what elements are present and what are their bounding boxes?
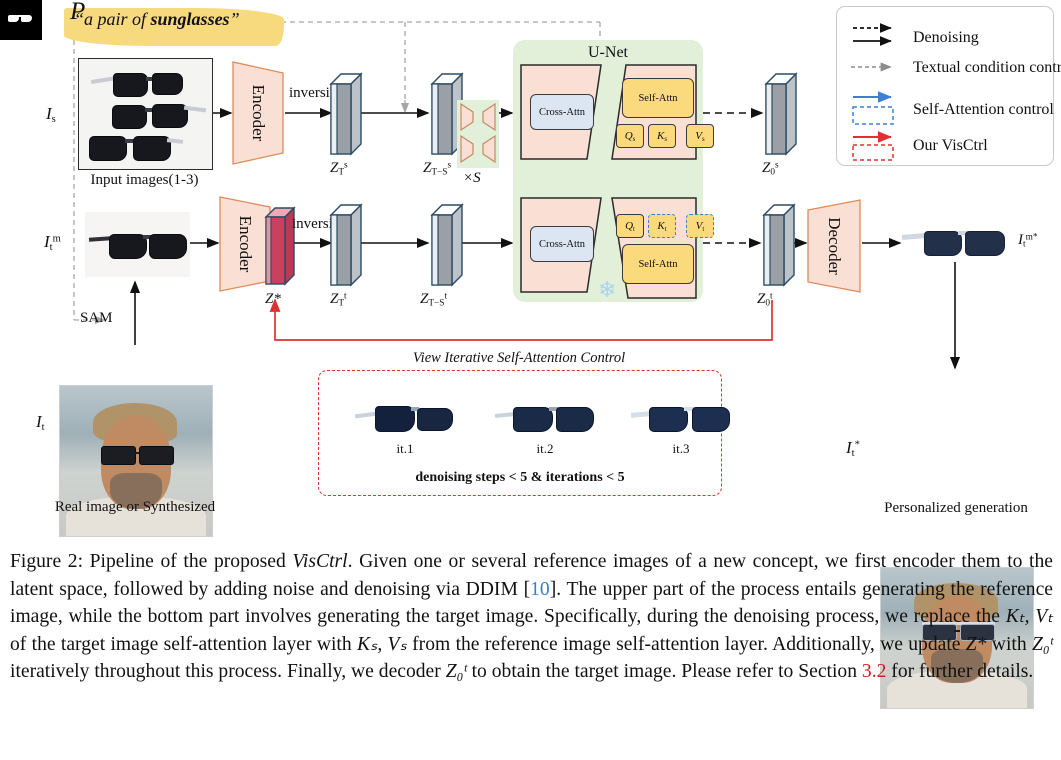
- iteration-panel-title: View Iterative Self-Attention Control: [412, 350, 626, 366]
- self-attn-top: Self-Attn: [622, 78, 694, 118]
- iteration-label-1: it.1: [396, 441, 414, 456]
- latent-label-z0s: Z0s: [762, 160, 779, 178]
- caption-kt-vt: Kₜ, Vₜ: [1005, 606, 1053, 627]
- masked-sunglasses-image: [85, 212, 190, 277]
- iteration-sunglasses-1: [354, 401, 455, 435]
- result-image-symbol: It*: [846, 438, 860, 459]
- caption-z0t-2: Z₀ᵗ: [445, 661, 467, 682]
- prompt-banner: P “a pair of sunglasses”: [64, 0, 284, 46]
- z-star-label: Z*: [265, 291, 281, 307]
- prompt-text-plain: a pair of: [84, 9, 151, 29]
- caption-part3: of the target image self-attention layer…: [10, 633, 357, 655]
- latent-slab-z0s: [762, 72, 798, 163]
- latent-label-zTSt: ZT−St: [420, 291, 448, 309]
- legend-label-self-attention: Self-Attention control: [913, 101, 1054, 118]
- legend-panel: Denoising Textual condition control Self…: [836, 6, 1061, 166]
- figure-caption: Figure 2: Pipeline of the proposed VisCt…: [10, 548, 1053, 686]
- target-photo-caption: Real image or Synthesized: [54, 499, 216, 515]
- repeat-label: ×S: [463, 170, 481, 186]
- input-images-caption: Input images(1-3): [90, 172, 199, 188]
- caption-z-star: Z*: [965, 633, 987, 655]
- caption-part6: iteratively throughout this process. Fin…: [10, 661, 446, 682]
- vt-box: Vt: [686, 214, 714, 238]
- kt-box: Kt: [648, 214, 676, 238]
- latent-slab-zTSt: [428, 203, 464, 294]
- ks-box: Ks: [648, 124, 676, 148]
- latent-label-z0t: Z0t: [757, 291, 773, 309]
- sunglasses-thumb: [89, 133, 185, 161]
- iteration-panel: it.1 it.2 it.3 denoising steps < 5 & ite…: [318, 370, 730, 496]
- cross-attn-bottom: Cross-Attn: [530, 226, 594, 262]
- latent-label-zTSs: ZT−Ss: [423, 160, 452, 178]
- encoder-bottom-label: Encoder: [236, 215, 255, 273]
- figure-diagram: P “a pair of sunglasses” Is Input images…: [0, 0, 1061, 709]
- prompt-text: “a pair of sunglasses”: [74, 9, 240, 30]
- vs-box: Vs: [686, 124, 714, 148]
- sunglasses-thumb: [112, 101, 207, 129]
- latent-slab-z0t: [760, 203, 796, 294]
- caption-z0t-1: Z₀ᵗ: [1031, 633, 1053, 655]
- encoder-top-label: Encoder: [249, 84, 268, 142]
- iteration-sunglasses-2: [494, 401, 595, 435]
- caption-method-name: VisCtrl: [292, 551, 348, 572]
- legend-label-textual-condition: Textual condition control: [913, 59, 1061, 76]
- caption-ks-vs: Kₛ, Vₛ: [356, 633, 407, 655]
- latent-slab-zTs: [327, 72, 363, 163]
- iteration-label-3: it.3: [672, 441, 690, 456]
- qt-box: Qt: [616, 214, 644, 238]
- sam-label: SAM: [80, 310, 113, 326]
- encoder-top: Encoder: [231, 61, 285, 165]
- iteration-panel-footer: denoising steps < 5 & iterations < 5: [415, 470, 625, 485]
- decoder-label: Decoder: [825, 217, 844, 275]
- result-photo-caption: Personalized generation: [884, 500, 1028, 516]
- caption-section-ref[interactable]: 3.2: [862, 661, 887, 682]
- cross-attn-top: Cross-Attn: [530, 94, 594, 130]
- latent-slab-zTt: [327, 203, 363, 294]
- self-attn-bottom: Self-Attn: [622, 244, 694, 284]
- z-star-slab: [262, 205, 296, 294]
- legend-label-visctrl: Our VisCtrl: [913, 137, 988, 154]
- legend-label-denoising: Denoising: [913, 29, 979, 46]
- input-images-box: [78, 58, 213, 170]
- result-masked-symbol: Itm*: [1018, 232, 1038, 250]
- caption-part5: with: [986, 633, 1032, 655]
- decoder: Decoder: [806, 198, 862, 294]
- latent-label-zTt: ZTt: [330, 291, 347, 309]
- snowflake-icon: ❄: [598, 277, 617, 302]
- source-image-symbol: Is: [46, 104, 56, 125]
- generated-sunglasses: [901, 222, 1008, 264]
- prompt-text-bold: sunglasses: [150, 9, 230, 29]
- unet-title: U-Net: [588, 44, 628, 61]
- iteration-label-2: it.2: [536, 441, 554, 456]
- target-masked-symbol: Itm: [44, 232, 61, 253]
- iteration-sunglasses-3: [630, 401, 731, 435]
- prompt-quote-close: ”: [229, 9, 240, 29]
- prompt-quote-open: “: [74, 9, 85, 29]
- caption-prefix: Figure 2: Pipeline of the proposed: [10, 551, 293, 572]
- target-image-symbol: It: [36, 412, 45, 433]
- sunglasses-thumb: [90, 69, 183, 97]
- caption-part8: for further details.: [886, 661, 1034, 682]
- mini-unet-repeat-block: [457, 100, 499, 168]
- latent-label-zTs: ZTs: [330, 160, 348, 178]
- caption-part4: from the reference image self-attention …: [406, 633, 966, 655]
- caption-part7: to obtain the target image. Please refer…: [466, 661, 862, 682]
- caption-reference-10[interactable]: 10: [530, 579, 550, 600]
- qs-box: Qs: [616, 124, 644, 148]
